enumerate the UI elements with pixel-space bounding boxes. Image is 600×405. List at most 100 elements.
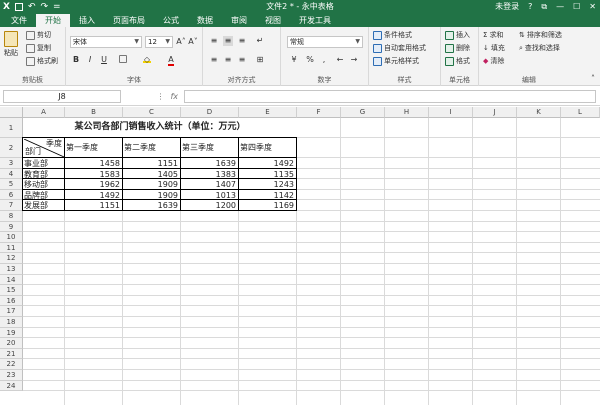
column-header-C[interactable]: C	[123, 107, 181, 118]
tab-1[interactable]: 开始	[36, 14, 70, 27]
value-cell-3-3[interactable]: 1407	[182, 180, 238, 189]
tab-5[interactable]: 数据	[188, 14, 222, 27]
quarter-header-1[interactable]: 第一季度	[66, 139, 122, 157]
row-header-3[interactable]: 3	[0, 158, 23, 169]
row-header-22[interactable]: 22	[0, 359, 23, 370]
align-center-button[interactable]: ≡	[223, 55, 233, 65]
value-cell-5-4[interactable]: 1169	[240, 201, 296, 210]
column-header-B[interactable]: B	[65, 107, 123, 118]
value-cell-2-4[interactable]: 1135	[240, 169, 296, 179]
quarter-header-3[interactable]: 第三季度	[182, 139, 238, 157]
merge-center-button[interactable]: ⊞	[255, 55, 265, 65]
sheet-title[interactable]: 某公司各部门销售收入统计（单位：万元）	[23, 118, 297, 137]
conditional-format-button[interactable]: 条件格式	[373, 30, 412, 40]
italic-button[interactable]: I	[85, 55, 95, 65]
value-cell-5-1[interactable]: 1151	[66, 201, 122, 210]
tab-0[interactable]: 文件	[2, 14, 36, 27]
row-header-14[interactable]: 14	[0, 274, 23, 286]
formula-input[interactable]	[184, 90, 596, 103]
insert-cells-button[interactable]: 插入	[445, 30, 470, 40]
row-header-1[interactable]: 1	[0, 118, 23, 138]
value-cell-3-1[interactable]: 1962	[66, 180, 122, 189]
decrease-decimal-button[interactable]: →	[349, 55, 359, 65]
select-all-corner[interactable]	[0, 107, 23, 118]
column-header-G[interactable]: G	[341, 107, 385, 118]
department-cell-3[interactable]: 移动部	[24, 180, 64, 189]
value-cell-1-3[interactable]: 1639	[182, 159, 238, 168]
copy-button[interactable]: 复制	[26, 43, 51, 53]
grow-font-button[interactable]: A˄	[176, 37, 186, 47]
paste-button[interactable]: 粘贴	[4, 31, 18, 58]
fill-button[interactable]: ↓ 填充	[483, 43, 505, 53]
column-header-K[interactable]: K	[517, 107, 561, 118]
row-header-19[interactable]: 19	[0, 327, 23, 339]
table-style-button[interactable]: 自动套用格式	[373, 43, 426, 53]
font-name-select[interactable]: 宋体 ▼	[70, 36, 142, 48]
collapse-ribbon-button[interactable]: ˄	[588, 74, 598, 84]
department-cell-5[interactable]: 发展部	[24, 201, 64, 210]
tab-2[interactable]: 插入	[70, 14, 104, 27]
clear-button[interactable]: ◆ 清除	[483, 56, 504, 66]
sort-filter-button[interactable]: ⇅ 排序和筛选	[519, 30, 562, 40]
find-select-button[interactable]: ⌕ 查找和选择	[519, 43, 560, 53]
column-header-J[interactable]: J	[473, 107, 517, 118]
row-header-6[interactable]: 6	[0, 189, 23, 201]
row-header-17[interactable]: 17	[0, 306, 23, 317]
value-cell-2-3[interactable]: 1383	[182, 169, 238, 179]
align-middle-button[interactable]: ≡	[223, 36, 233, 46]
row-header-10[interactable]: 10	[0, 232, 23, 243]
value-cell-4-2[interactable]: 1909	[124, 190, 180, 200]
increase-decimal-button[interactable]: ←	[335, 55, 345, 65]
row-header-11[interactable]: 11	[0, 242, 23, 254]
row-header-15[interactable]: 15	[0, 285, 23, 296]
format-cells-button[interactable]: 格式	[445, 56, 470, 66]
insert-function-button[interactable]: fx	[170, 92, 178, 101]
row-header-8[interactable]: 8	[0, 211, 23, 222]
autosum-button[interactable]: Σ 求和	[483, 30, 503, 40]
value-cell-4-1[interactable]: 1492	[66, 190, 122, 200]
column-header-I[interactable]: I	[429, 107, 473, 118]
maximize-button[interactable]: ☐	[573, 2, 580, 11]
quarter-header-4[interactable]: 第四季度	[240, 139, 296, 157]
fill-color-button[interactable]: ◇	[142, 55, 152, 65]
column-header-A[interactable]: A	[23, 107, 65, 118]
wrap-text-button[interactable]: ↵	[255, 36, 265, 46]
align-top-button[interactable]: ≡	[209, 36, 219, 46]
row-header-24[interactable]: 24	[0, 380, 23, 392]
underline-button[interactable]: U	[99, 55, 109, 65]
percent-button[interactable]: %	[305, 55, 315, 65]
corner-header-cell[interactable]: 季度 部门	[24, 139, 64, 157]
bold-button[interactable]: B	[71, 55, 81, 65]
tab-3[interactable]: 页面布局	[104, 14, 154, 27]
value-cell-3-2[interactable]: 1909	[124, 180, 180, 189]
name-box[interactable]: J8	[3, 90, 121, 103]
border-button[interactable]	[118, 55, 128, 65]
department-cell-1[interactable]: 事业部	[24, 159, 64, 168]
align-right-button[interactable]: ≡	[237, 55, 247, 65]
value-cell-4-3[interactable]: 1013	[182, 190, 238, 200]
column-header-L[interactable]: L	[561, 107, 600, 118]
value-cell-2-2[interactable]: 1405	[124, 169, 180, 179]
minimize-button[interactable]: —	[556, 2, 564, 11]
tab-6[interactable]: 审阅	[222, 14, 256, 27]
column-header-E[interactable]: E	[239, 107, 297, 118]
department-cell-2[interactable]: 教育部	[24, 169, 64, 179]
column-header-H[interactable]: H	[385, 107, 429, 118]
cell-style-button[interactable]: 单元格样式	[373, 56, 419, 66]
align-bottom-button[interactable]: ≡	[237, 36, 247, 46]
format-painter-button[interactable]: 格式刷	[26, 56, 58, 66]
help-button[interactable]: ?	[528, 2, 532, 11]
quarter-header-2[interactable]: 第二季度	[124, 139, 180, 157]
value-cell-1-4[interactable]: 1492	[240, 159, 296, 168]
column-header-D[interactable]: D	[181, 107, 239, 118]
cut-button[interactable]: 剪切	[26, 30, 51, 40]
font-size-select[interactable]: 12 ▼	[145, 36, 173, 48]
row-header-18[interactable]: 18	[0, 317, 23, 328]
row-header-16[interactable]: 16	[0, 295, 23, 307]
value-cell-3-4[interactable]: 1243	[240, 180, 296, 189]
department-cell-4[interactable]: 品牌部	[24, 190, 64, 200]
tab-8[interactable]: 开发工具	[290, 14, 340, 27]
row-header-9[interactable]: 9	[0, 221, 23, 233]
value-cell-5-2[interactable]: 1639	[124, 201, 180, 210]
number-format-select[interactable]: 常规 ▼	[287, 36, 363, 48]
